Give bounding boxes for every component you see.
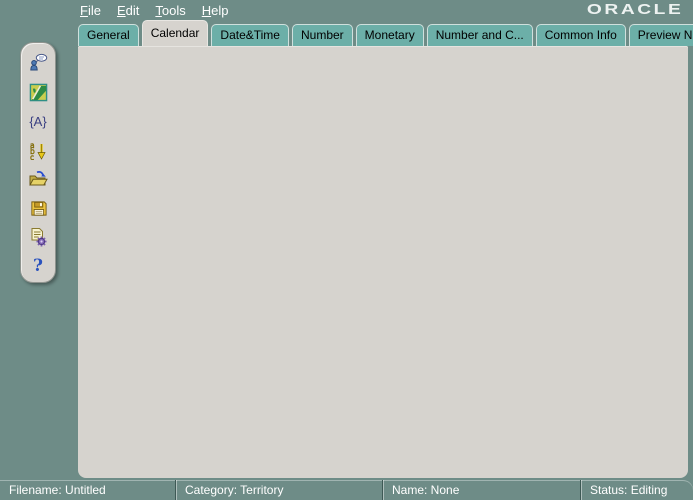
- tab-monetary[interactable]: Monetary: [356, 24, 424, 46]
- help-icon[interactable]: ?: [27, 255, 49, 277]
- menu-help[interactable]: Help: [202, 3, 229, 18]
- save-icon[interactable]: [27, 197, 49, 219]
- status-category: Category: Territory: [175, 480, 382, 500]
- menu-tools[interactable]: Tools: [155, 3, 185, 18]
- oracle-logo: ORACLE: [587, 1, 683, 18]
- status-bar: Filename: Untitled Category: Territory N…: [0, 480, 693, 500]
- open-folder-icon[interactable]: [27, 168, 49, 190]
- status-name: Name: None: [382, 480, 580, 500]
- tab-general[interactable]: General: [78, 24, 139, 46]
- tab-date-time[interactable]: Date&Time: [211, 24, 289, 46]
- svg-text:c: c: [30, 153, 34, 160]
- tab-common-info[interactable]: Common Info: [536, 24, 626, 46]
- calendar-tab-panel: [78, 46, 688, 478]
- tab-number-and-c[interactable]: Number and C...: [427, 24, 533, 46]
- tab-calendar[interactable]: Calendar: [142, 20, 209, 46]
- generate-document-gear-icon[interactable]: [27, 226, 49, 248]
- new-locale-person-speech-icon[interactable]: [27, 52, 49, 74]
- menu-file[interactable]: File: [80, 3, 101, 18]
- character-set-icon[interactable]: {A}: [27, 110, 49, 132]
- sidebar-toolbar: {A} a b c: [20, 42, 56, 283]
- menu-bar: File Edit Tools Help: [80, 0, 228, 20]
- status-filename: Filename: Untitled: [0, 480, 175, 500]
- application-window: File Edit Tools Help ORACLE General Cale…: [0, 0, 693, 500]
- status-editing: Status: Editing: [580, 480, 693, 500]
- tab-bar: General Calendar Date&Time Number Moneta…: [78, 21, 693, 46]
- tab-number[interactable]: Number: [292, 24, 353, 46]
- territory-map-icon[interactable]: [27, 81, 49, 103]
- menu-edit[interactable]: Edit: [117, 3, 139, 18]
- linguistic-sort-icon[interactable]: a b c: [27, 139, 49, 161]
- tab-preview-nlt[interactable]: Preview NLT: [629, 24, 693, 46]
